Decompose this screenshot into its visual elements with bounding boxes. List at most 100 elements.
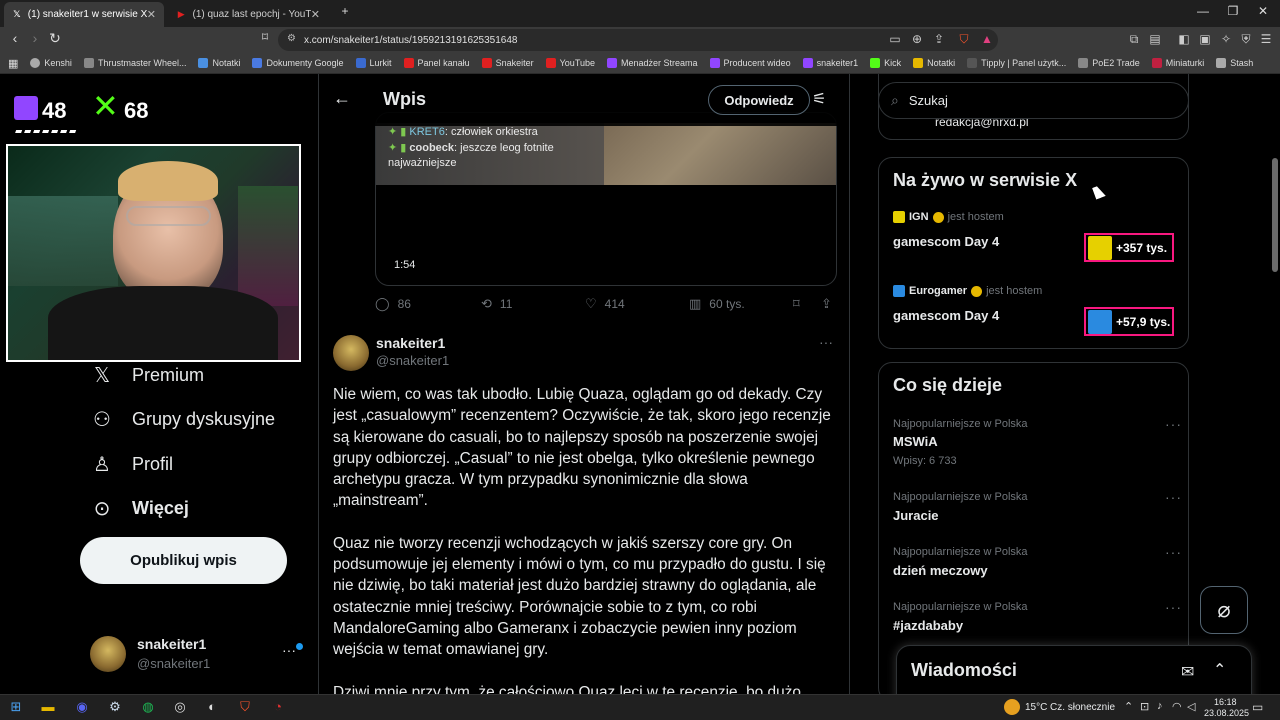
video-player[interactable]: ✦ ▮ KRET6: człowiek orkiestra ✦ ▮ coobec… — [375, 112, 837, 286]
reply-action[interactable]: ◯ 86 — [375, 296, 411, 312]
vpn-icon[interactable]: ⛨ — [1237, 32, 1255, 47]
bookmark-item[interactable]: Snakeiter — [481, 58, 534, 68]
trend-more-icon[interactable]: ··· — [1165, 416, 1182, 432]
leo-ai-icon[interactable]: ✧ — [1217, 32, 1235, 46]
trend-name[interactable]: #jazdababy — [893, 618, 963, 633]
repost-action[interactable]: ⟲ 11 — [481, 296, 512, 312]
grok-button[interactable]: ⌀ — [1200, 586, 1248, 634]
close-tab-icon[interactable]: ✕ — [311, 8, 320, 21]
account-avatar[interactable] — [90, 636, 126, 672]
reply-button[interactable]: Odpowiedz — [708, 85, 810, 115]
bookmark-item[interactable]: Panel kanału — [403, 58, 470, 68]
share-icon[interactable]: ⇪ — [930, 32, 948, 46]
minimize-icon[interactable]: — — [1188, 4, 1218, 18]
clock-date[interactable]: 23.08.2025 — [1204, 708, 1249, 718]
messages-drawer[interactable]: Wiadomości ✉ ⌃ — [896, 645, 1252, 694]
bookmark-item[interactable]: Miniaturki — [1151, 58, 1204, 68]
network-icon[interactable]: ⊡ — [1140, 700, 1149, 713]
trend-name[interactable]: Juracie — [893, 508, 939, 523]
zoom-icon[interactable]: ⊕ — [908, 32, 926, 46]
bookmark-item[interactable]: Tipply | Panel użytk... — [967, 58, 1066, 68]
share-action[interactable]: ⇪ — [821, 296, 840, 312]
live-viewers-badge[interactable]: +357 tys. — [1084, 233, 1174, 262]
file-explorer-icon[interactable]: ▬ — [38, 699, 58, 717]
views-action[interactable]: ▥ 60 tys. — [689, 296, 745, 312]
account-menu-icon[interactable]: ··· — [282, 642, 296, 658]
bookmark-item[interactable]: Notatki — [913, 58, 955, 68]
post-more-icon[interactable]: ··· — [819, 334, 833, 350]
apps-grid-icon[interactable]: ▦ — [8, 57, 18, 70]
back-arrow-icon[interactable]: ← — [333, 88, 351, 109]
author-avatar[interactable] — [333, 335, 369, 371]
trend-more-icon[interactable]: ··· — [1165, 599, 1182, 615]
discord-icon[interactable]: ◉ — [72, 699, 92, 717]
bookmark-item[interactable]: Kenshi — [30, 58, 72, 68]
volume-icon[interactable]: ◁ — [1187, 700, 1195, 713]
cast-icon[interactable]: ▭ — [886, 32, 904, 46]
back-icon[interactable]: ‹ — [5, 30, 25, 46]
notifications-icon[interactable]: ▭ — [1252, 700, 1263, 714]
site-info-icon[interactable]: ⚙ — [287, 33, 296, 44]
extensions-icon[interactable]: ⧉ — [1125, 32, 1143, 47]
trend-name[interactable]: dzień meczowy — [893, 563, 988, 578]
trend-more-icon[interactable]: ··· — [1165, 544, 1182, 560]
forward-icon[interactable]: › — [25, 30, 45, 46]
author-name[interactable]: snakeiter1 — [376, 335, 445, 351]
tab-x-post[interactable]: 𝕏 (1) snakeiter1 w serwisie X: „@H ✕ — [4, 2, 164, 27]
bookmark-item[interactable]: Thrustmaster Wheel... — [83, 58, 186, 68]
tab-search-icon[interactable]: ▤ — [1146, 32, 1164, 46]
obs-icon[interactable]: ◎ — [170, 699, 190, 717]
close-window-icon[interactable]: ✕ — [1248, 4, 1278, 18]
bookmark-item[interactable]: Menadżer Streama — [607, 58, 698, 68]
trend-name[interactable]: MSWiA — [893, 434, 938, 449]
sidebar-item-profile[interactable]: ♙ Profil — [90, 452, 173, 477]
streaming-app-icon[interactable]: ◔ — [268, 699, 288, 717]
live-host-row[interactable]: Eurogamer jest hostem — [893, 285, 1042, 297]
tray-overflow-icon[interactable]: ⌃ — [1124, 700, 1133, 713]
new-tab-button[interactable]: + — [330, 4, 360, 18]
brave-shield-icon[interactable]: ⛉ — [955, 32, 973, 47]
close-tab-icon[interactable]: ✕ — [147, 8, 156, 21]
bookmark-item[interactable]: PoE2 Trade — [1078, 58, 1140, 68]
brave-rewards-icon[interactable]: ▲ — [978, 32, 996, 46]
clock-time[interactable]: 16:18 — [1214, 697, 1237, 707]
app-icon[interactable]: ◐ — [202, 699, 222, 717]
scrollbar-thumb[interactable] — [1272, 158, 1278, 272]
tab-youtube[interactable]: ▶ (1) quaz last epochj - YouTube ✕ — [168, 2, 328, 27]
bookmark-item[interactable]: snakeiter1 — [802, 58, 858, 68]
bookmark-item[interactable]: Kick — [870, 58, 901, 68]
publish-post-button[interactable]: Opublikuj wpis — [80, 537, 287, 584]
wallet-icon[interactable]: ▣ — [1196, 32, 1214, 46]
page-scrollbar[interactable] — [1270, 74, 1280, 694]
new-message-icon[interactable]: ✉ — [1181, 662, 1194, 682]
bookmark-page-icon[interactable]: ⌑ — [255, 30, 275, 44]
bookmark-item[interactable]: YouTube — [545, 58, 595, 68]
sidebar-toggle-icon[interactable]: ◧ — [1175, 32, 1193, 46]
live-event-title[interactable]: gamescom Day 4 — [893, 234, 999, 249]
brave-browser-icon[interactable]: ⛉ — [235, 699, 255, 717]
expand-chevron-icon[interactable]: ⌃ — [1213, 660, 1226, 680]
trend-more-icon[interactable]: ··· — [1165, 489, 1182, 505]
filter-icon[interactable]: ⚟ — [812, 89, 826, 109]
search-input[interactable]: ⌕ Szukaj — [878, 82, 1189, 119]
bookmark-action[interactable]: ⌑ — [793, 296, 808, 312]
steam-icon[interactable]: ⚙ — [105, 699, 125, 717]
live-host-row[interactable]: IGN jest hostem — [893, 211, 1004, 223]
bookmark-item[interactable]: Dokumenty Google — [252, 58, 344, 68]
windows-start-icon[interactable]: ⊞ — [6, 699, 26, 717]
microphone-icon[interactable]: ♪ — [1157, 700, 1163, 712]
spotify-icon[interactable]: ◍ — [138, 699, 158, 717]
sidebar-item-more[interactable]: ⊙ Więcej — [90, 496, 189, 521]
bookmark-item[interactable]: Lurkit — [355, 58, 392, 68]
wifi-icon[interactable]: ◠ — [1172, 700, 1182, 713]
menu-icon[interactable]: ☰ — [1257, 32, 1275, 46]
bookmark-item[interactable]: Notatki — [198, 58, 240, 68]
restore-icon[interactable]: ❐ — [1218, 4, 1248, 18]
live-viewers-badge[interactable]: +57,9 tys. — [1084, 307, 1174, 336]
author-handle[interactable]: @snakeiter1 — [376, 353, 449, 368]
live-event-title[interactable]: gamescom Day 4 — [893, 308, 999, 323]
sidebar-item-groups[interactable]: ⚇ Grupy dyskusyjne — [90, 407, 275, 432]
sidebar-item-premium[interactable]: 𝕏 Premium — [90, 363, 204, 388]
bookmark-item[interactable]: Producent wideo — [709, 58, 791, 68]
bookmark-item[interactable]: Stash — [1216, 58, 1253, 68]
